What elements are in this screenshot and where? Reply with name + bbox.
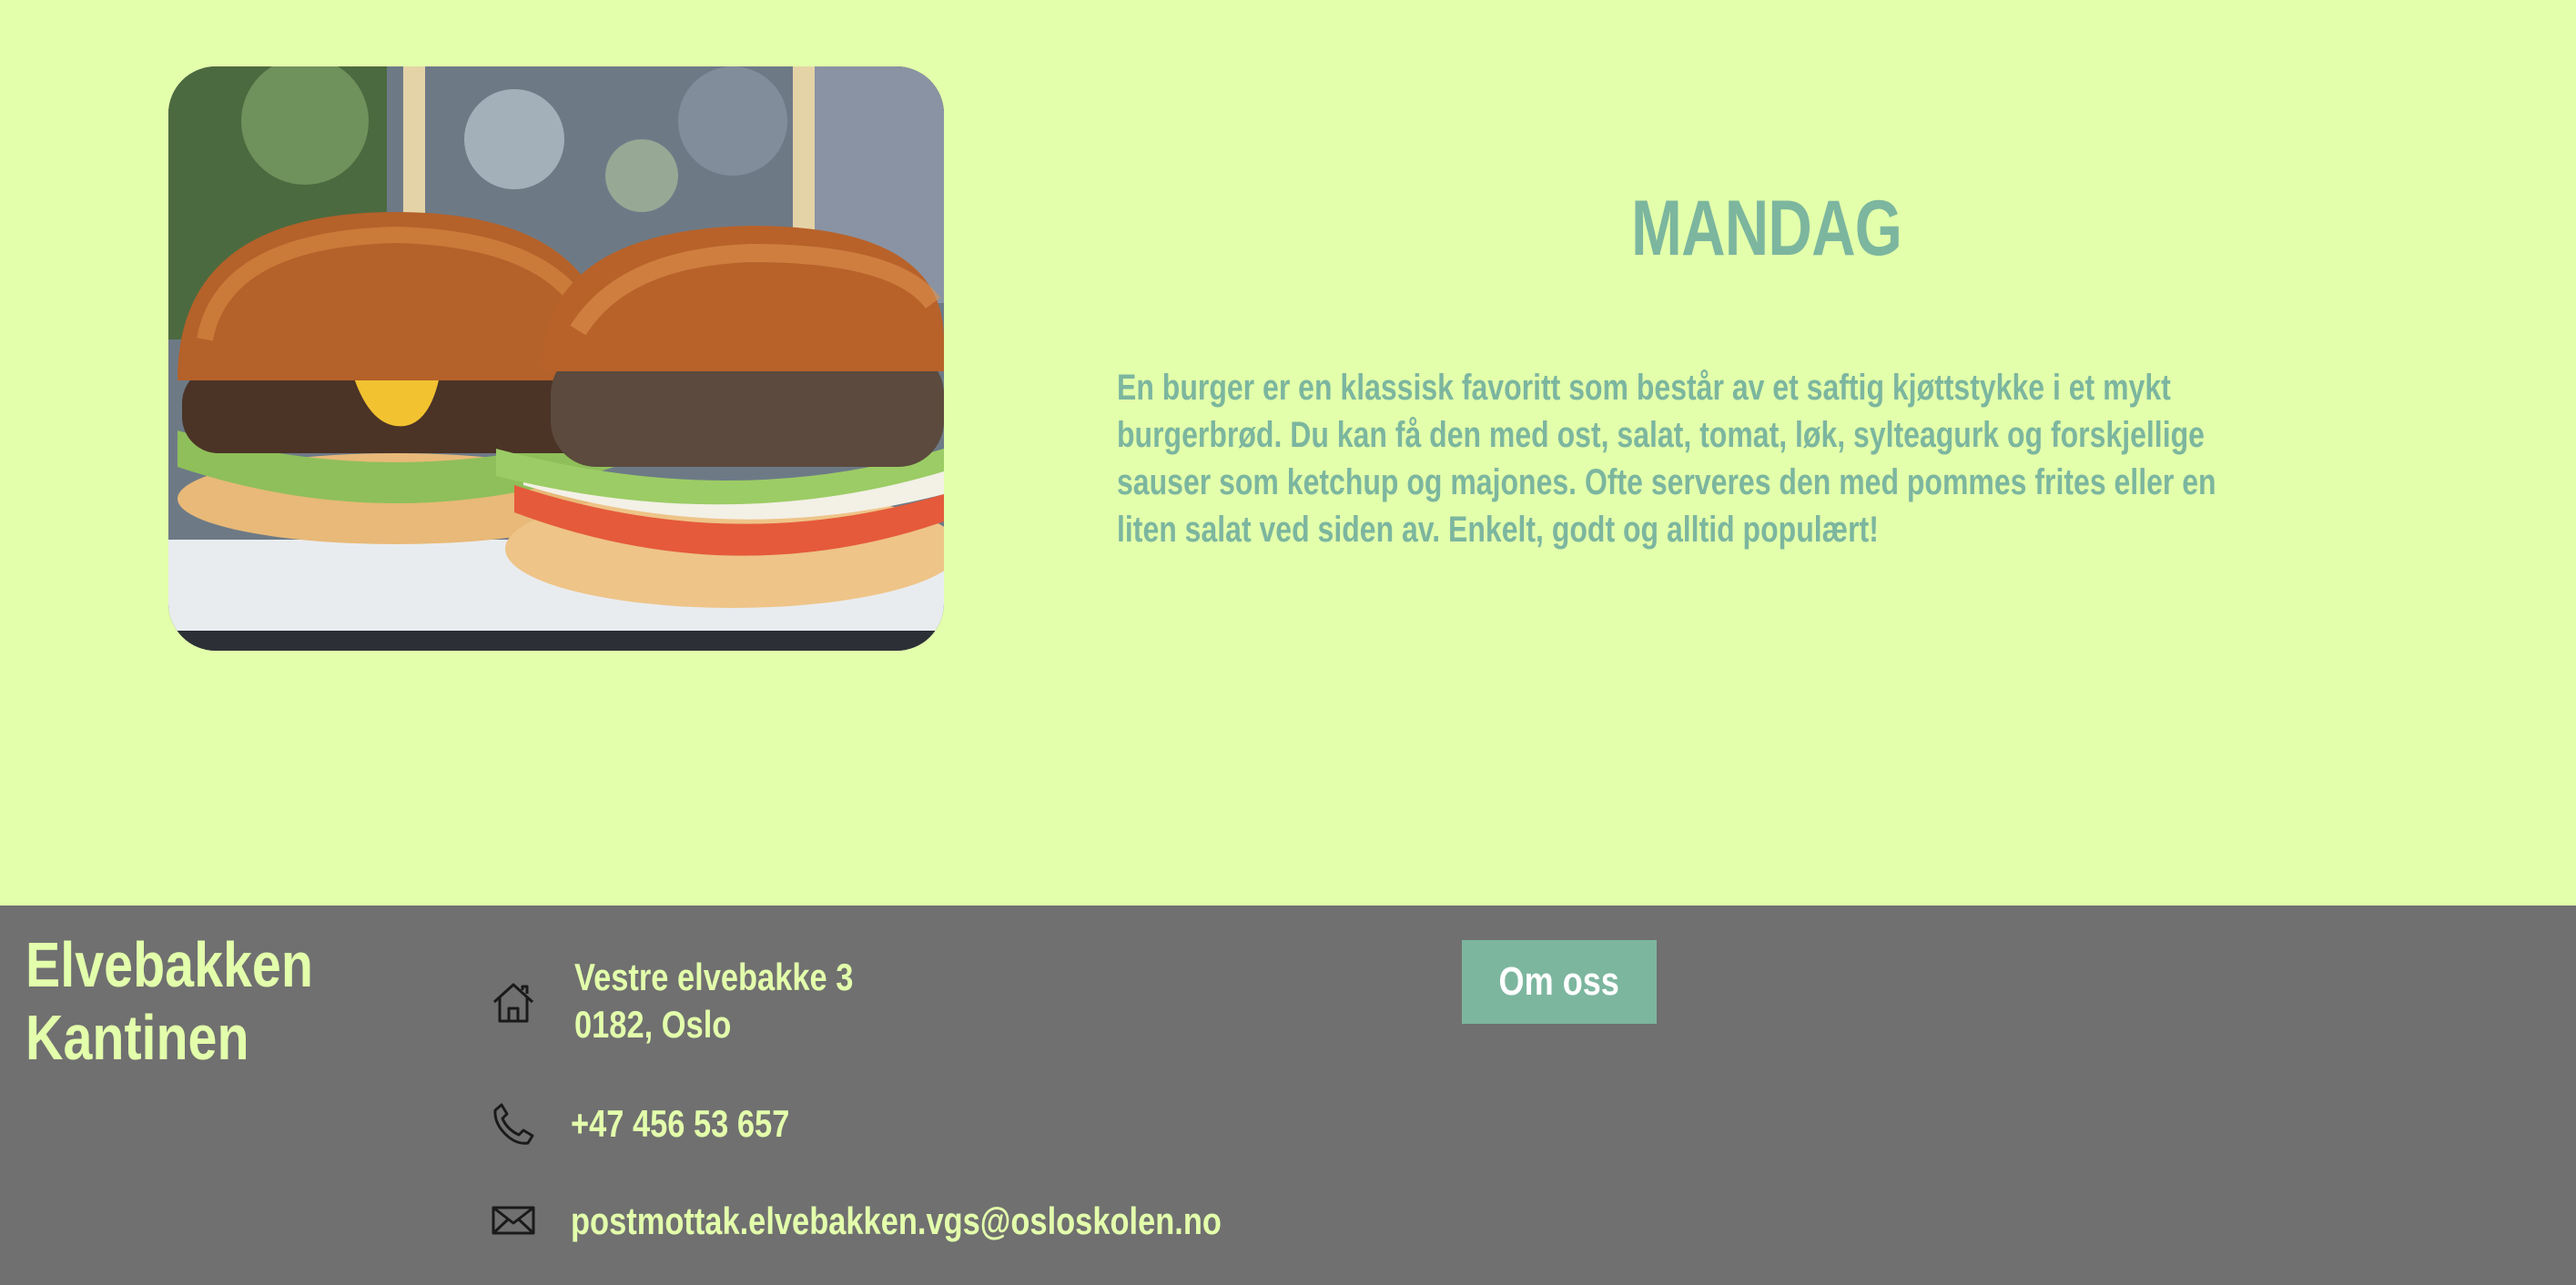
dish-description: En burger er en klassisk favoritt som be… <box>1117 364 2391 553</box>
email-link[interactable]: postmottak.elvebakken.vgs@osloskolen.no <box>571 1198 1364 1245</box>
brand-name: Elvebakken Kantinen <box>25 929 313 1073</box>
description-line: sauser som ketchup og majones. Ofte serv… <box>1117 462 2216 502</box>
description-line: En burger er en klassisk favoritt som be… <box>1117 368 2171 408</box>
home-icon <box>489 978 538 1027</box>
address: Vestre elvebakke 3 0182, Oslo <box>574 956 854 1046</box>
phone-link[interactable]: +47 456 53 657 <box>571 1100 837 1148</box>
mail-icon <box>489 1196 538 1245</box>
about-button[interactable]: Om oss <box>1462 940 1657 1024</box>
burger-photo <box>168 66 944 651</box>
day-title: MANDAG <box>1631 185 1902 272</box>
menu-day-section: MANDAG En burger er en klassisk favoritt… <box>0 0 2576 906</box>
description-line: burgerbrød. Du kan få den med ost, salat… <box>1117 415 2205 455</box>
phone-icon <box>489 1099 538 1148</box>
description-line: liten salat ved siden av. Enkelt, godt o… <box>1117 510 1879 550</box>
